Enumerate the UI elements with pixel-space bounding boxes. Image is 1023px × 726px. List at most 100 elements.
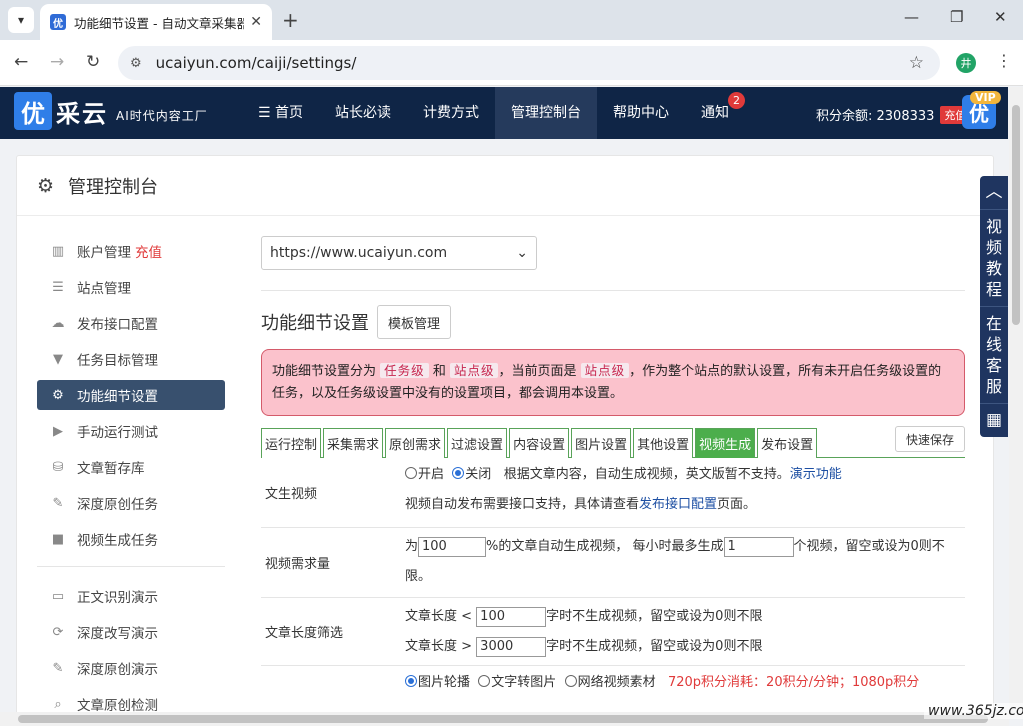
radio-video-off[interactable] — [452, 467, 465, 479]
back-icon[interactable]: ← — [14, 52, 28, 72]
sidebar-item-feature-settings[interactable]: ⚙ 功能细节设置 — [37, 380, 225, 410]
tab-collect-demand[interactable]: 采集需求 — [323, 428, 384, 458]
tab-close-icon[interactable]: ✕ — [250, 14, 262, 30]
sidebar-divider — [37, 566, 225, 567]
video-tutorial-button[interactable]: 视频教程 — [980, 210, 1008, 307]
floating-toolbar: ︿ 视频教程 在线客服 ▦ — [980, 176, 1008, 437]
setting-label: 文章长度筛选 — [265, 626, 344, 641]
sidebar-item-task-targets[interactable]: ▼ 任务目标管理 — [37, 344, 225, 374]
demo-link[interactable]: 演示功能 — [790, 467, 842, 482]
sidebar-item-original-demo[interactable]: ✎ 深度原创演示 — [37, 653, 225, 683]
sidebar-item-article-store[interactable]: ⛁ 文章暂存库 — [37, 452, 225, 482]
tab-video-generation[interactable]: 视频生成 — [695, 428, 756, 458]
video-icon: ■ — [51, 531, 65, 547]
tab-filter-settings[interactable]: 过滤设置 — [447, 428, 508, 458]
window-close-icon[interactable]: ✕ — [994, 8, 1007, 26]
tab-original-demand[interactable]: 原创需求 — [385, 428, 446, 458]
vertical-scroll-thumb[interactable] — [1012, 105, 1020, 325]
sidebar-item-label: 深度原创演示 — [77, 662, 158, 678]
template-manage-button[interactable]: 模板管理 — [377, 305, 452, 339]
tab-search-button[interactable]: ▾ — [8, 7, 34, 33]
radio-label: 图片轮播 — [418, 675, 471, 690]
qrcode-icon[interactable]: ▦ — [980, 404, 1008, 437]
bookmark-star-icon[interactable]: ☆ — [909, 53, 924, 73]
site-select[interactable]: https://www.ucaiyun.com ⌄ — [261, 236, 537, 270]
radio-text-to-image[interactable] — [478, 675, 491, 687]
sidebar-item-manual-run[interactable]: ▶ 手动运行测试 — [37, 416, 225, 446]
sidebar-item-extract-demo[interactable]: ▭ 正文识别演示 — [37, 581, 225, 611]
sidebar-item-sites[interactable]: ☰ 站点管理 — [37, 272, 225, 302]
setting-body: 图片轮播 文字转图片 网络视频素材 720p积分消耗：20积分/分钟；1080p… — [405, 666, 965, 716]
sidebar-item-deep-original[interactable]: ✎ 深度原创任务 — [37, 488, 225, 518]
forward-icon[interactable]: → — [50, 52, 64, 72]
tab-content-settings[interactable]: 内容设置 — [509, 428, 570, 458]
setting-label: 视频需求量 — [265, 557, 331, 572]
tab-publish-settings[interactable]: 发布设置 — [757, 428, 818, 458]
browser-tab-active[interactable]: 优 功能细节设置 - 自动文章采集器 ✕ — [40, 4, 272, 40]
alert-text: 和 — [432, 364, 446, 379]
settings-scope-alert: 功能细节设置分为 任务级 和 站点级 ，当前页面是 站点级 ，作为整个站点的默认设置… — [261, 349, 965, 416]
tab-image-settings[interactable]: 图片设置 — [571, 428, 632, 458]
nav-pricing[interactable]: 计费方式 — [407, 87, 495, 139]
setting-row-video-demand: 视频需求量 为 100 %的文章自动生成视频， 每小时最多生成 1 个视频，留空或设为0… — [261, 528, 965, 598]
video-hourly-limit-input[interactable]: 1 — [723, 536, 794, 557]
browser-menu-icon[interactable]: ⋮ — [996, 51, 1012, 70]
radio-video-on[interactable] — [405, 467, 417, 479]
reload-icon[interactable]: ↻ — [86, 52, 100, 72]
nav-notifications[interactable]: 通知 2 — [685, 87, 759, 139]
profile-avatar[interactable]: 井 — [956, 53, 976, 73]
quick-save-button[interactable]: 快速保存 — [894, 426, 965, 452]
sidebar-item-label: 文章暂存库 — [77, 461, 145, 477]
nav-console[interactable]: 管理控制台 — [495, 87, 598, 139]
radio-web-video[interactable] — [564, 675, 577, 687]
sidebar-recharge-link[interactable]: 充值 — [135, 241, 162, 261]
sidebar-item-label: 账户管理 — [77, 245, 131, 261]
credit-balance-label: 积分余额: 2308333 — [816, 109, 935, 124]
sidebar: ▥ 账户管理 充值 ☰ 站点管理 ☁ 发布接口配置 ▼ 任务目标管理 ⚙ 功能细… — [37, 236, 225, 725]
section-title: 功能细节设置 — [261, 313, 369, 334]
search-icon: ⌕ — [54, 696, 62, 712]
restore-icon[interactable]: ❐ — [950, 8, 963, 26]
nav-home[interactable]: ☰ 首页 — [242, 87, 319, 139]
publish-api-link[interactable]: 发布接口配置 — [639, 497, 717, 512]
site-select-value: https://www.ucaiyun.com — [270, 245, 448, 261]
tab-other-settings[interactable]: 其他设置 — [633, 428, 694, 458]
horizontal-scroll-thumb[interactable] — [18, 715, 988, 723]
max-length-input[interactable]: 3000 — [476, 636, 547, 657]
gears-icon: ⚙ — [52, 387, 64, 403]
sidebar-item-label: 深度改写演示 — [77, 626, 158, 642]
browser-tab-bar: ▾ 优 功能细节设置 - 自动文章采集器 ✕ + — ❐ ✕ — [0, 0, 1023, 40]
new-tab-icon[interactable]: + — [282, 8, 299, 32]
console-panel: ⚙ 管理控制台 ▥ 账户管理 充值 ☰ 站点管理 ☁ 发布接口配置 ▼ 任务目标… — [16, 155, 994, 726]
sidebar-item-video-tasks[interactable]: ■ 视频生成任务 — [37, 524, 225, 554]
sidebar-item-label: 深度原创任务 — [77, 497, 158, 513]
panel-title: 管理控制台 — [68, 176, 159, 198]
alert-text: 功能细节设置分为 — [272, 364, 377, 379]
setting-label — [261, 666, 405, 716]
horizontal-scrollbar[interactable] — [0, 712, 1009, 726]
min-length-input[interactable]: 100 — [476, 606, 547, 627]
site-logo[interactable]: 优 采云 AI时代内容工厂 — [14, 92, 208, 130]
sidebar-item-label: 文章原创检测 — [77, 698, 158, 714]
sidebar-item-label: 手动运行测试 — [77, 425, 158, 441]
sidebar-item-account[interactable]: ▥ 账户管理 充值 — [37, 236, 225, 266]
nav-must-read[interactable]: 站长必读 — [319, 87, 407, 139]
site-info-icon[interactable]: ⚙ — [130, 56, 142, 71]
database-icon: ⛁ — [52, 459, 64, 475]
sidebar-item-rewrite-demo[interactable]: ⟳ 深度改写演示 — [37, 617, 225, 647]
site-header: 优 采云 AI时代内容工厂 ☰ 首页 站长必读 计费方式 管理控制台 帮助中心 … — [0, 87, 1008, 139]
nav-help[interactable]: 帮助中心 — [597, 87, 685, 139]
credit-cost-note: 720p积分消耗：20积分/分钟；1080p积分 — [667, 675, 920, 690]
sidebar-item-publish-api[interactable]: ☁ 发布接口配置 — [37, 308, 225, 338]
vertical-scrollbar[interactable] — [1009, 87, 1023, 718]
bar-chart-icon: ▥ — [51, 243, 65, 259]
scroll-top-button[interactable]: ︿ — [980, 176, 1008, 210]
online-support-button[interactable]: 在线客服 — [980, 307, 1008, 404]
minimize-icon[interactable]: — — [904, 8, 919, 26]
video-percent-input[interactable]: 100 — [418, 536, 487, 557]
sidebar-item-label: 站点管理 — [77, 281, 131, 297]
setting-text: 字时不生成视频，留空或设为0则不限 — [546, 609, 763, 624]
url-input[interactable]: ⚙ ucaiyun.com/caiji/settings/ ☆ — [118, 46, 940, 80]
radio-image-slideshow[interactable] — [405, 675, 417, 687]
tab-run-control[interactable]: 运行控制 — [261, 428, 322, 458]
